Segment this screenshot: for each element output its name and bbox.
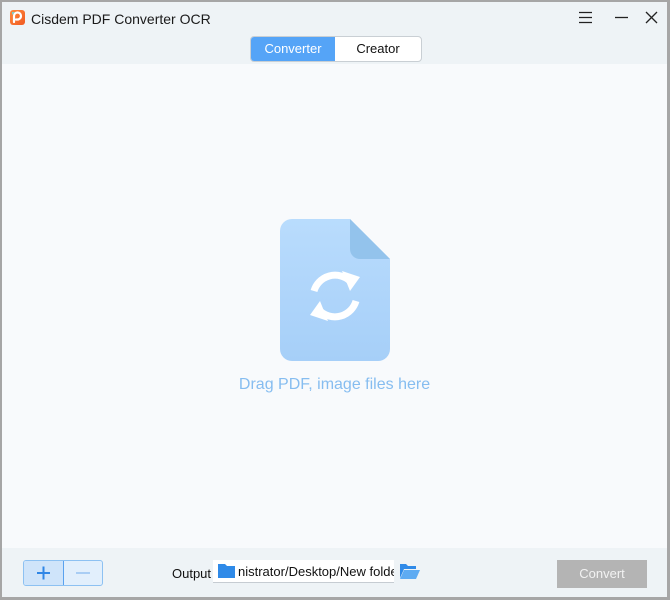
tab-converter[interactable]: Converter: [251, 37, 335, 61]
output-path-text: nistrator/Desktop/New folder: [238, 564, 394, 579]
add-remove-group: [23, 560, 103, 586]
bottom-bar: Output nistrator/Desktop/New folder Conv…: [2, 548, 667, 597]
cisdem-logo-icon: [10, 10, 25, 25]
drop-hint-text: Drag PDF, image files here: [238, 376, 431, 393]
hamburger-menu-icon[interactable]: [575, 8, 597, 28]
file-convert-icon: [280, 219, 390, 361]
minimize-icon[interactable]: [611, 8, 633, 28]
app-window: Cisdem PDF Converter OCR Converter Creat…: [2, 2, 667, 597]
close-icon[interactable]: [641, 8, 663, 28]
remove-file-button[interactable]: [64, 561, 102, 585]
window-title: Cisdem PDF Converter OCR: [31, 11, 211, 27]
mode-tabs: Converter Creator: [250, 36, 422, 62]
minus-icon: [76, 572, 90, 574]
output-label: Output: [172, 566, 212, 581]
open-folder-icon[interactable]: [399, 562, 421, 585]
title-bar: Cisdem PDF Converter OCR: [2, 2, 667, 32]
tab-creator[interactable]: Creator: [335, 37, 421, 61]
folder-icon: [218, 564, 235, 578]
convert-button[interactable]: Convert: [557, 560, 647, 588]
plus-icon: [37, 566, 50, 580]
add-file-button[interactable]: [24, 561, 64, 585]
output-path-field[interactable]: nistrator/Desktop/New folder: [213, 560, 394, 583]
file-drop-area[interactable]: Drag PDF, image files here: [2, 64, 667, 548]
